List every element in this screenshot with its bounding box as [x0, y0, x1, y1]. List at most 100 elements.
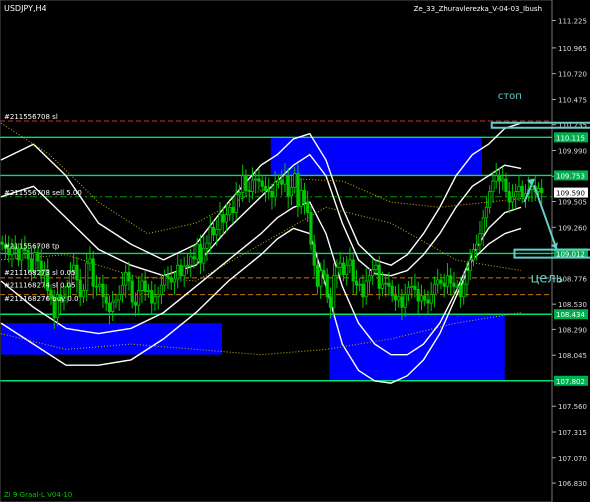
- candle-body: [137, 290, 141, 306]
- candle-body: [452, 282, 456, 287]
- candle-body: [299, 190, 303, 207]
- candle-body: [293, 173, 297, 188]
- candle-body: [432, 283, 437, 296]
- candle-body: [81, 290, 86, 298]
- candle-body: [322, 270, 326, 276]
- candle-body: [302, 190, 307, 203]
- candle-body: [202, 247, 206, 264]
- candle-body: [455, 285, 459, 288]
- candle-body: [185, 264, 190, 267]
- price-axis-label: 110.720: [558, 71, 587, 79]
- candle-body: [478, 233, 482, 245]
- candle-body: [140, 280, 144, 291]
- candle-body: [312, 243, 316, 266]
- candle-body: [276, 179, 281, 183]
- candle-body: [234, 194, 238, 213]
- candle-body: [192, 256, 196, 260]
- candle-body: [358, 283, 362, 286]
- candle-body: [241, 175, 245, 193]
- candle-body: [384, 282, 388, 285]
- price-axis-label: 107.070: [558, 455, 587, 463]
- price-axis-label: 108.530: [558, 301, 587, 309]
- candle-body: [410, 285, 414, 288]
- candle-body: [510, 196, 515, 203]
- candle-body: [332, 275, 336, 308]
- order-label: #211168273 sl 0.05: [4, 269, 76, 277]
- candle-body: [215, 229, 219, 236]
- candle-body: [16, 249, 21, 261]
- candle-body: [501, 178, 505, 182]
- candle-body: [127, 272, 131, 282]
- candle-body: [195, 243, 199, 260]
- candle-body: [182, 265, 186, 277]
- candle-body: [354, 280, 359, 286]
- candle-body: [494, 175, 498, 182]
- candle-body: [75, 264, 79, 281]
- candle-body: [107, 302, 112, 312]
- candle-body: [208, 226, 212, 244]
- candle-body: [218, 214, 222, 230]
- candle-body: [380, 283, 385, 289]
- current-price-text: 109.590: [556, 190, 585, 198]
- level-price-text: 107.802: [556, 378, 585, 386]
- candle-body: [416, 289, 420, 302]
- candle-body: [458, 285, 463, 298]
- candle-body: [387, 282, 391, 287]
- price-axis-label: 109.990: [558, 147, 587, 155]
- candle-body: [390, 285, 394, 297]
- candle-body: [449, 275, 453, 284]
- candle-body: [88, 258, 92, 264]
- candle-body: [172, 278, 177, 283]
- candle-body: [468, 259, 472, 271]
- candle-body: [263, 185, 268, 191]
- candle-body: [221, 214, 225, 223]
- candle-body: [166, 275, 170, 279]
- support-resistance-zone: [1, 323, 222, 355]
- candle-body: [507, 191, 511, 203]
- candle-body: [497, 175, 502, 182]
- candle-body: [156, 294, 160, 298]
- support-resistance-zone: [270, 136, 482, 175]
- candle-body: [231, 206, 235, 213]
- candle-body: [130, 280, 134, 303]
- candle-body: [176, 264, 180, 280]
- candle-body: [296, 173, 300, 207]
- candle-body: [325, 274, 329, 298]
- order-label: #211168274 sl 0.05: [4, 281, 76, 289]
- candle-body: [270, 191, 274, 198]
- candle-body: [319, 270, 323, 287]
- candle-body: [338, 262, 342, 268]
- candle-body: [98, 283, 102, 287]
- candle-body: [484, 206, 489, 219]
- candle-body: [345, 264, 349, 276]
- chart-background: [0, 0, 590, 502]
- candle-body: [393, 295, 398, 301]
- candle-body: [504, 178, 508, 192]
- candle-body: [124, 272, 128, 286]
- candle-body: [328, 296, 333, 308]
- candle-body: [179, 264, 183, 277]
- candle-body: [286, 175, 290, 197]
- stop-label: стоп: [498, 91, 522, 102]
- candle-body: [260, 180, 264, 187]
- price-axis-label: 110.965: [558, 45, 587, 53]
- candle-body: [78, 279, 82, 298]
- candle-body: [111, 301, 115, 312]
- candle-body: [153, 296, 157, 304]
- candle-body: [400, 296, 404, 308]
- candle-body: [306, 201, 310, 213]
- candle-body: [146, 290, 151, 292]
- price-axis-label: 111.225: [558, 18, 587, 26]
- candle-body: [475, 243, 479, 250]
- candle-body: [250, 179, 255, 192]
- candle-body: [85, 262, 89, 291]
- candle-body: [117, 294, 121, 301]
- candle-body: [244, 175, 248, 191]
- candle-body: [371, 269, 375, 277]
- candle-body: [267, 190, 271, 192]
- order-label: #211556708 tp: [4, 242, 60, 250]
- candle-body: [514, 191, 518, 198]
- price-axis-label: 108.045: [558, 352, 587, 360]
- candle-body: [280, 179, 284, 185]
- price-axis-label: 107.315: [558, 429, 587, 437]
